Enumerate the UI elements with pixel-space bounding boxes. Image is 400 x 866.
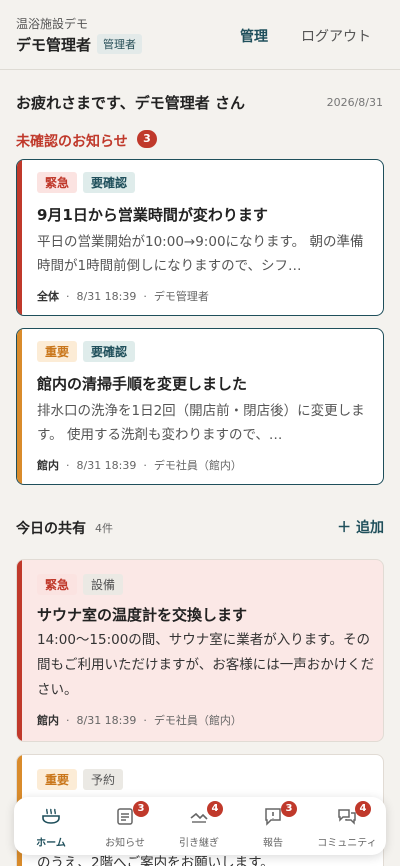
- bath-icon: [42, 808, 60, 824]
- notice-body: 平日の営業開始が10:00→9:00になります。 朝の準備時間が1時間前倒しにな…: [37, 234, 364, 274]
- notice-card[interactable]: 重要 要確認 館内の清掃手順を変更しました 排水口の洗浄を1日2回（開店前・閉店後…: [16, 328, 384, 485]
- category-tag: 予約: [83, 769, 124, 790]
- report-icon: [265, 808, 281, 826]
- confirm-tag: 要確認: [83, 341, 136, 362]
- handover-icon: [190, 812, 208, 823]
- nav-badge: 3: [133, 801, 149, 817]
- nav-badge: 4: [207, 801, 223, 817]
- nav-label: 引き継ぎ: [179, 838, 219, 849]
- notice-time: 8/31 18:39: [76, 459, 137, 472]
- notice-title: 館内の清掃手順を変更しました: [37, 375, 248, 393]
- share-time: 8/31 18:39: [76, 714, 137, 727]
- community-icon: [338, 809, 356, 825]
- nav-report[interactable]: 3 報告: [236, 797, 310, 855]
- notice-card[interactable]: 緊急 要確認 9月1日から営業時間が変わります 平日の営業開始が10:00→9:0…: [16, 159, 384, 316]
- nav-notices[interactable]: 3 お知らせ: [88, 797, 162, 855]
- notice-icon: [117, 808, 133, 825]
- app-header: 温浴施設デモ デモ管理者 管理者 管理 ログアウト: [0, 0, 400, 70]
- bottom-navigation: ホーム 3 お知らせ 4 引き継ぎ 3 報告 4 コミュニティ: [14, 797, 386, 855]
- logout-link[interactable]: ログアウト: [301, 26, 371, 46]
- important-tag: 重要: [37, 341, 78, 362]
- add-share-button[interactable]: ＋ 追加: [337, 517, 384, 537]
- important-tag: 重要: [37, 769, 78, 790]
- user-name: デモ管理者: [16, 36, 92, 54]
- today-share-heading: 今日の共有: [16, 521, 86, 537]
- notice-meta: 館内 · 8/31 18:39 · デモ社員（館内）: [37, 459, 242, 472]
- nav-community[interactable]: 4 コミュニティ: [310, 797, 384, 855]
- confirm-tag: 要確認: [83, 172, 136, 193]
- share-meta: 館内 · 8/31 18:39 · デモ社員（館内）: [37, 714, 242, 727]
- today-share-count: 4件: [95, 522, 113, 535]
- nav-label: コミュニティ: [317, 838, 377, 849]
- category-tag: 設備: [83, 574, 124, 595]
- urgent-tag: 緊急: [37, 172, 78, 193]
- notice-time: 8/31 18:39: [76, 290, 137, 303]
- notice-body: 排水口の洗浄を1日2回（開店前・閉店後）に変更します。 使用する洗剤も変わります…: [37, 403, 365, 443]
- share-card[interactable]: 緊急 設備 サウナ室の温度計を交換します 14:00〜15:00の間、サウナ室に業…: [16, 559, 384, 742]
- facility-name: 温浴施設デモ: [16, 17, 89, 31]
- nav-handover[interactable]: 4 引き継ぎ: [162, 797, 236, 855]
- important-stripe: [17, 329, 22, 484]
- urgent-tag: 緊急: [37, 574, 78, 595]
- urgent-stripe: [17, 160, 22, 315]
- greeting-text: お疲れさまです、デモ管理者 さん: [16, 94, 246, 112]
- notice-meta: 全体 · 8/31 18:39 · デモ管理者: [37, 290, 209, 303]
- urgent-stripe: [17, 560, 22, 741]
- share-body: 14:00〜15:00の間、サウナ室に業者が入ります。その間もご利用いただけます…: [37, 632, 375, 698]
- notice-author: デモ管理者: [153, 290, 209, 303]
- nav-home[interactable]: ホーム: [14, 797, 88, 855]
- nav-label: ホーム: [36, 838, 66, 849]
- current-date: 2026/8/31: [326, 96, 383, 109]
- notice-scope: 全体: [37, 290, 59, 303]
- notice-title: 9月1日から営業時間が変わります: [37, 206, 268, 224]
- share-title: サウナ室の温度計を交換します: [37, 606, 248, 624]
- unread-notices-heading: 未確認のお知らせ: [16, 134, 128, 150]
- share-scope: 館内: [37, 714, 59, 727]
- nav-badge: 3: [281, 801, 297, 817]
- unread-count-badge: 3: [137, 130, 157, 148]
- nav-label: 報告: [263, 838, 283, 849]
- nav-badge: 4: [355, 801, 371, 817]
- notice-author: デモ社員（館内）: [153, 459, 242, 472]
- notice-scope: 館内: [37, 459, 59, 472]
- share-author: デモ社員（館内）: [153, 714, 242, 727]
- manage-link[interactable]: 管理: [240, 26, 268, 46]
- nav-label: お知らせ: [105, 838, 145, 849]
- role-badge: 管理者: [97, 34, 142, 54]
